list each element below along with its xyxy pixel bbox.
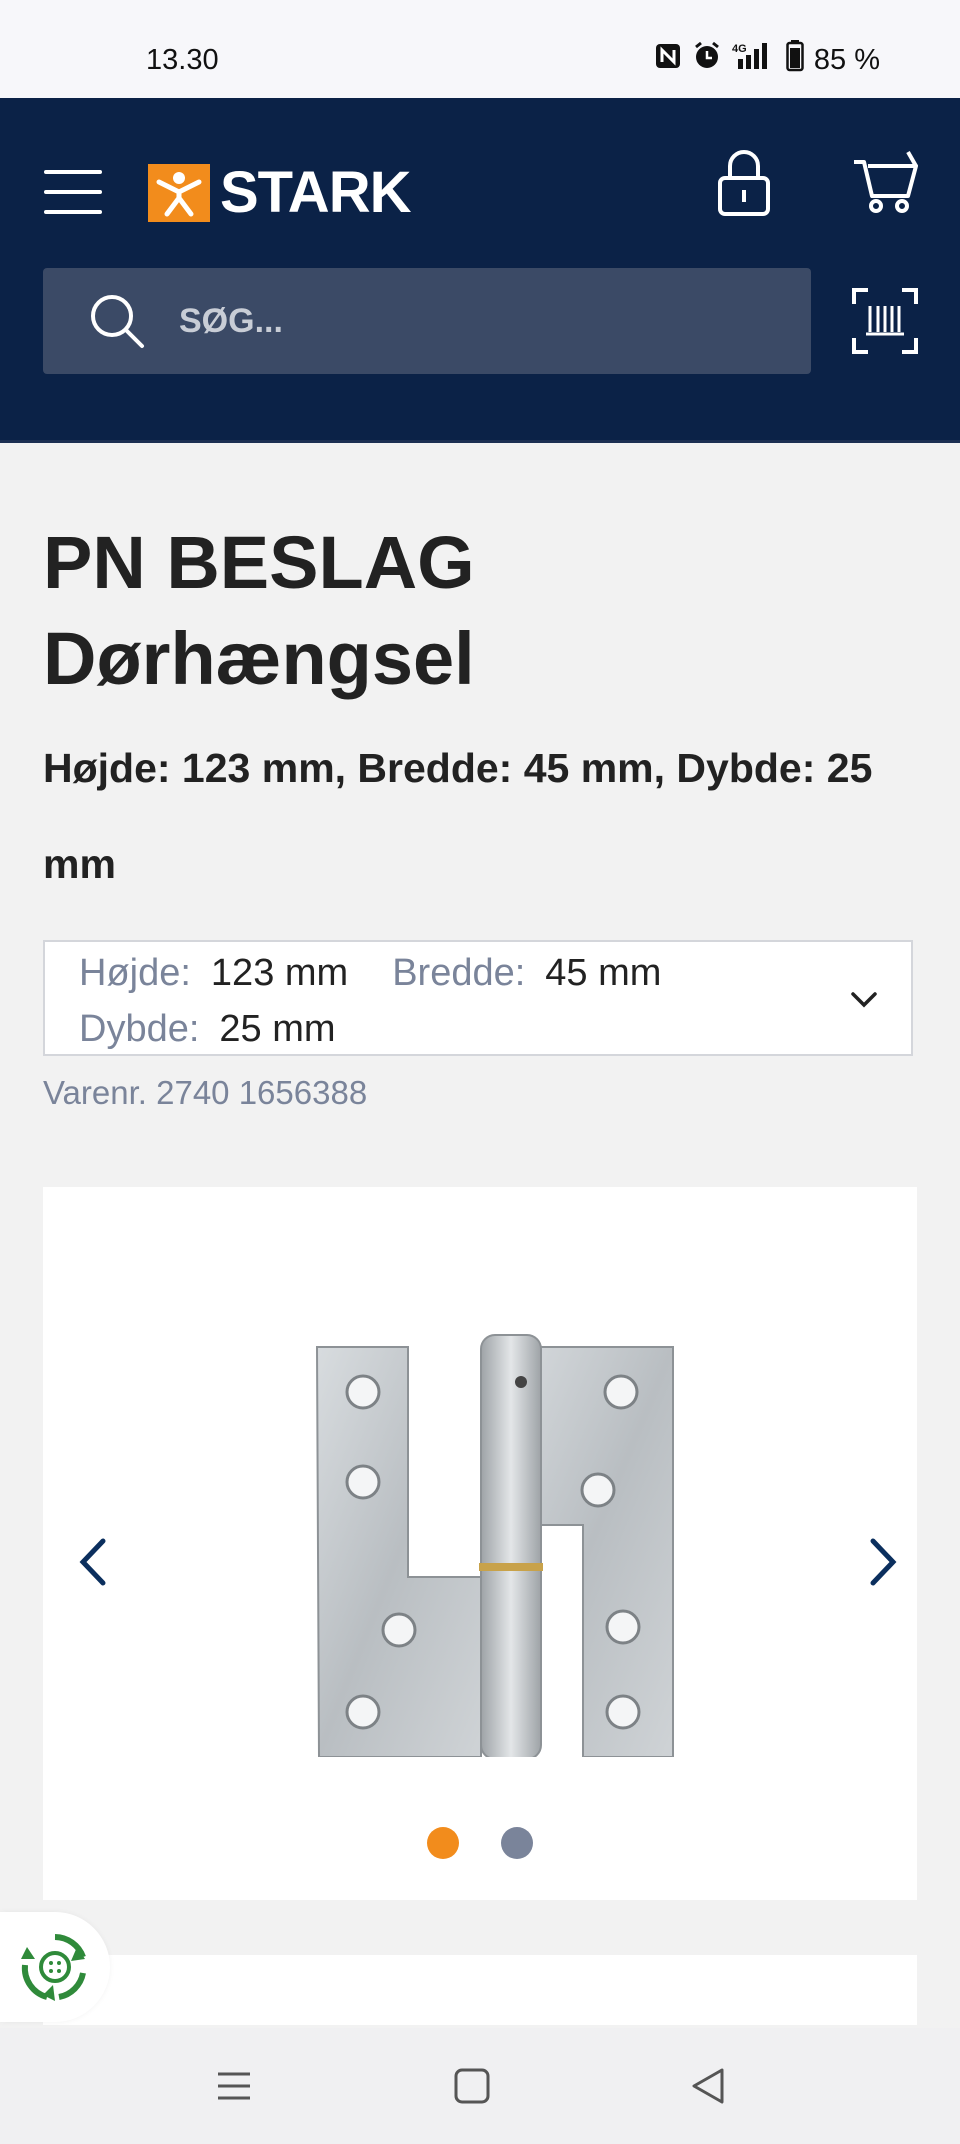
site-header: STARK <box>0 98 960 443</box>
gallery-dot-2[interactable] <box>501 1827 533 1859</box>
width-value: 45 mm <box>545 952 662 994</box>
back-icon <box>692 2068 724 2104</box>
chevron-right-icon <box>870 1538 897 1586</box>
logo-figure-icon <box>148 164 210 222</box>
home-button[interactable] <box>450 2064 494 2108</box>
recent-apps-button[interactable] <box>212 2064 256 2108</box>
nfc-icon <box>654 42 682 78</box>
search-bar[interactable] <box>43 268 811 374</box>
alarm-icon <box>692 41 722 79</box>
width-label: Bredde: <box>392 952 526 994</box>
account-lock-button[interactable] <box>716 148 772 218</box>
depth-value: 25 mm <box>219 1008 336 1050</box>
android-navigation-bar <box>0 2028 960 2144</box>
back-button[interactable] <box>686 2064 730 2108</box>
signal-4g-icon: 4G <box>732 41 776 79</box>
product-image-hinge <box>315 1334 674 1757</box>
product-image-gallery[interactable] <box>43 1187 917 1900</box>
status-bar: 13.30 4G 85 % <box>0 0 960 98</box>
variant-dropdown[interactable]: Højde: 123 mm Bredde: 45 mm Dybde: 25 mm <box>43 940 913 1056</box>
product-dimensions-subtitle: Højde: 123 mm, Bredde: 45 mm, Dybde: 25 … <box>43 745 873 887</box>
next-section-card <box>43 1955 917 2025</box>
depth-label: Dybde: <box>79 1008 200 1050</box>
product-brand: PN BESLAG <box>43 521 475 604</box>
menu-icon <box>218 2072 250 2100</box>
gallery-dot-1-active[interactable] <box>427 1827 459 1859</box>
battery-icon <box>786 40 804 80</box>
search-input[interactable] <box>177 300 741 342</box>
stark-logo[interactable]: STARK <box>148 160 411 225</box>
battery-percent: 85 % <box>813 43 880 76</box>
chevron-down-icon <box>851 992 877 1008</box>
variant-row-1: Højde: 123 mm Bredde: 45 mm <box>79 952 705 995</box>
barcode-scan-button[interactable] <box>852 288 918 354</box>
cart-button[interactable] <box>852 148 918 214</box>
search-icon <box>91 295 144 348</box>
product-sku: Varenr. 2740 1656388 <box>43 1074 368 1111</box>
cart-icon <box>854 151 918 213</box>
gallery-next-button[interactable] <box>851 1527 907 1597</box>
variant-row-2: Dybde: 25 mm <box>79 1008 380 1051</box>
status-time: 13.30 <box>146 44 219 76</box>
logo-text: STARK <box>220 160 411 225</box>
barcode-scan-icon <box>852 288 918 354</box>
height-value: 123 mm <box>210 952 349 994</box>
height-label: Højde: <box>79 952 191 994</box>
chevron-left-icon <box>79 1538 106 1586</box>
lock-icon <box>718 150 770 216</box>
recycle-icon <box>21 1934 86 2001</box>
gallery-prev-button[interactable] <box>69 1527 125 1597</box>
menu-button[interactable] <box>44 168 104 218</box>
product-title: PN BESLAG Dørhængsel <box>43 515 903 707</box>
svg-text:4G: 4G <box>732 43 747 55</box>
status-icons: 4G 85 % <box>654 40 880 80</box>
product-name: Dørhængsel <box>43 617 475 700</box>
eco-recycle-badge[interactable] <box>0 1912 110 2022</box>
home-icon <box>454 2068 490 2104</box>
